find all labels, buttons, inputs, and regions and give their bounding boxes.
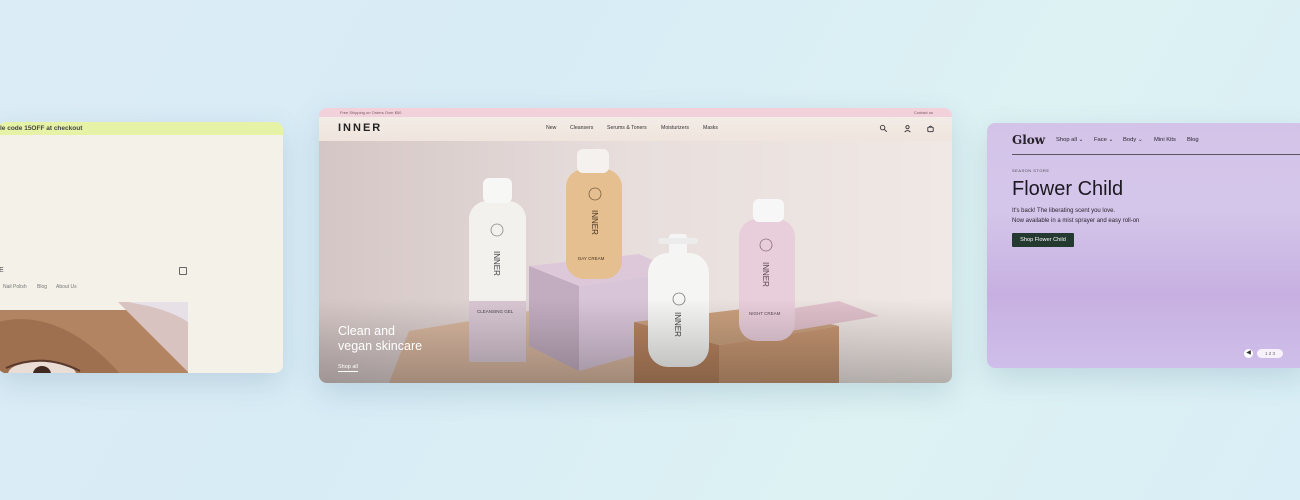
nav-item-blog[interactable]: Blog (37, 284, 47, 290)
prev-slide-button[interactable]: ◀ (1244, 349, 1253, 358)
nav-item-mini-kits[interactable]: Mini Kits (1154, 137, 1176, 143)
shop-flower-child-button[interactable]: Shop Flower Child (1012, 233, 1074, 247)
cart-icon[interactable] (179, 267, 187, 275)
brand-logo[interactable]: INNER (338, 122, 382, 134)
nav-item-nail-polish[interactable]: Nail Polish (3, 284, 27, 290)
hero-title-line-2: vegan skincare (338, 339, 423, 353)
glow-store-preview[interactable]: Glow Shop all ⌄ Face ⌄ Body ⌄ Mini Kits … (987, 123, 1300, 368)
nav-item-blog[interactable]: Blog (1187, 137, 1199, 143)
hero-description-line-1: It's back! The liberating scent you love… (1012, 208, 1116, 214)
brand-logo[interactable]: Glow (1012, 133, 1045, 147)
hero-description: It's back! The liberating scent you love… (1012, 206, 1139, 226)
promo-banner: le code 15OFF at checkout (0, 122, 283, 135)
site-header: INNER New Cleansers Serums & Toners Mois… (319, 117, 952, 141)
left-store-preview[interactable]: le code 15OFF at checkout E Nail Polish … (0, 122, 283, 373)
hero-title: Clean and vegan skincare (338, 324, 478, 354)
shop-all-link[interactable]: Shop all (338, 364, 358, 372)
nav-item-serums-toners[interactable]: Serums & Toners (607, 125, 647, 131)
nav-item-face[interactable]: Face ⌄ (1094, 137, 1113, 143)
nav-item-moisturizers[interactable]: Moisturizers (661, 125, 689, 131)
nav-item-new[interactable]: New (546, 125, 556, 131)
slide-pager[interactable]: 1 2 3 (1257, 349, 1283, 358)
shipping-message: Free Shipping on Orders Over $50 (340, 110, 402, 115)
hero-title-line-1: Clean and (338, 324, 395, 338)
announcement-bar: Free Shipping on Orders Over $50 Contact… (319, 108, 952, 117)
account-icon[interactable] (903, 124, 912, 133)
inner-store-preview[interactable]: Free Shipping on Orders Over $50 Contact… (319, 108, 952, 383)
nav-item-shop-all[interactable]: Shop all ⌄ (1056, 137, 1083, 143)
contact-link[interactable]: Contact us (914, 108, 933, 117)
nav-item-about-us[interactable]: About Us (56, 284, 77, 290)
section-eyebrow: SEASON STORE (1012, 168, 1050, 173)
nav-item-masks[interactable]: Masks (703, 125, 718, 131)
cart-icon[interactable] (926, 124, 935, 133)
skincare-face-illustration (0, 302, 188, 373)
hero-title: Flower Child (1012, 178, 1124, 200)
header-divider (1012, 154, 1300, 155)
brand-fragment: E (0, 267, 4, 274)
nav-item-cleansers[interactable]: Cleansers (570, 125, 593, 131)
hero-face-image (0, 302, 188, 373)
search-icon[interactable] (879, 124, 888, 133)
nav-item-body[interactable]: Body ⌄ (1123, 137, 1143, 143)
hero-description-line-2: Now available in a mist sprayer and easy… (1012, 218, 1140, 224)
